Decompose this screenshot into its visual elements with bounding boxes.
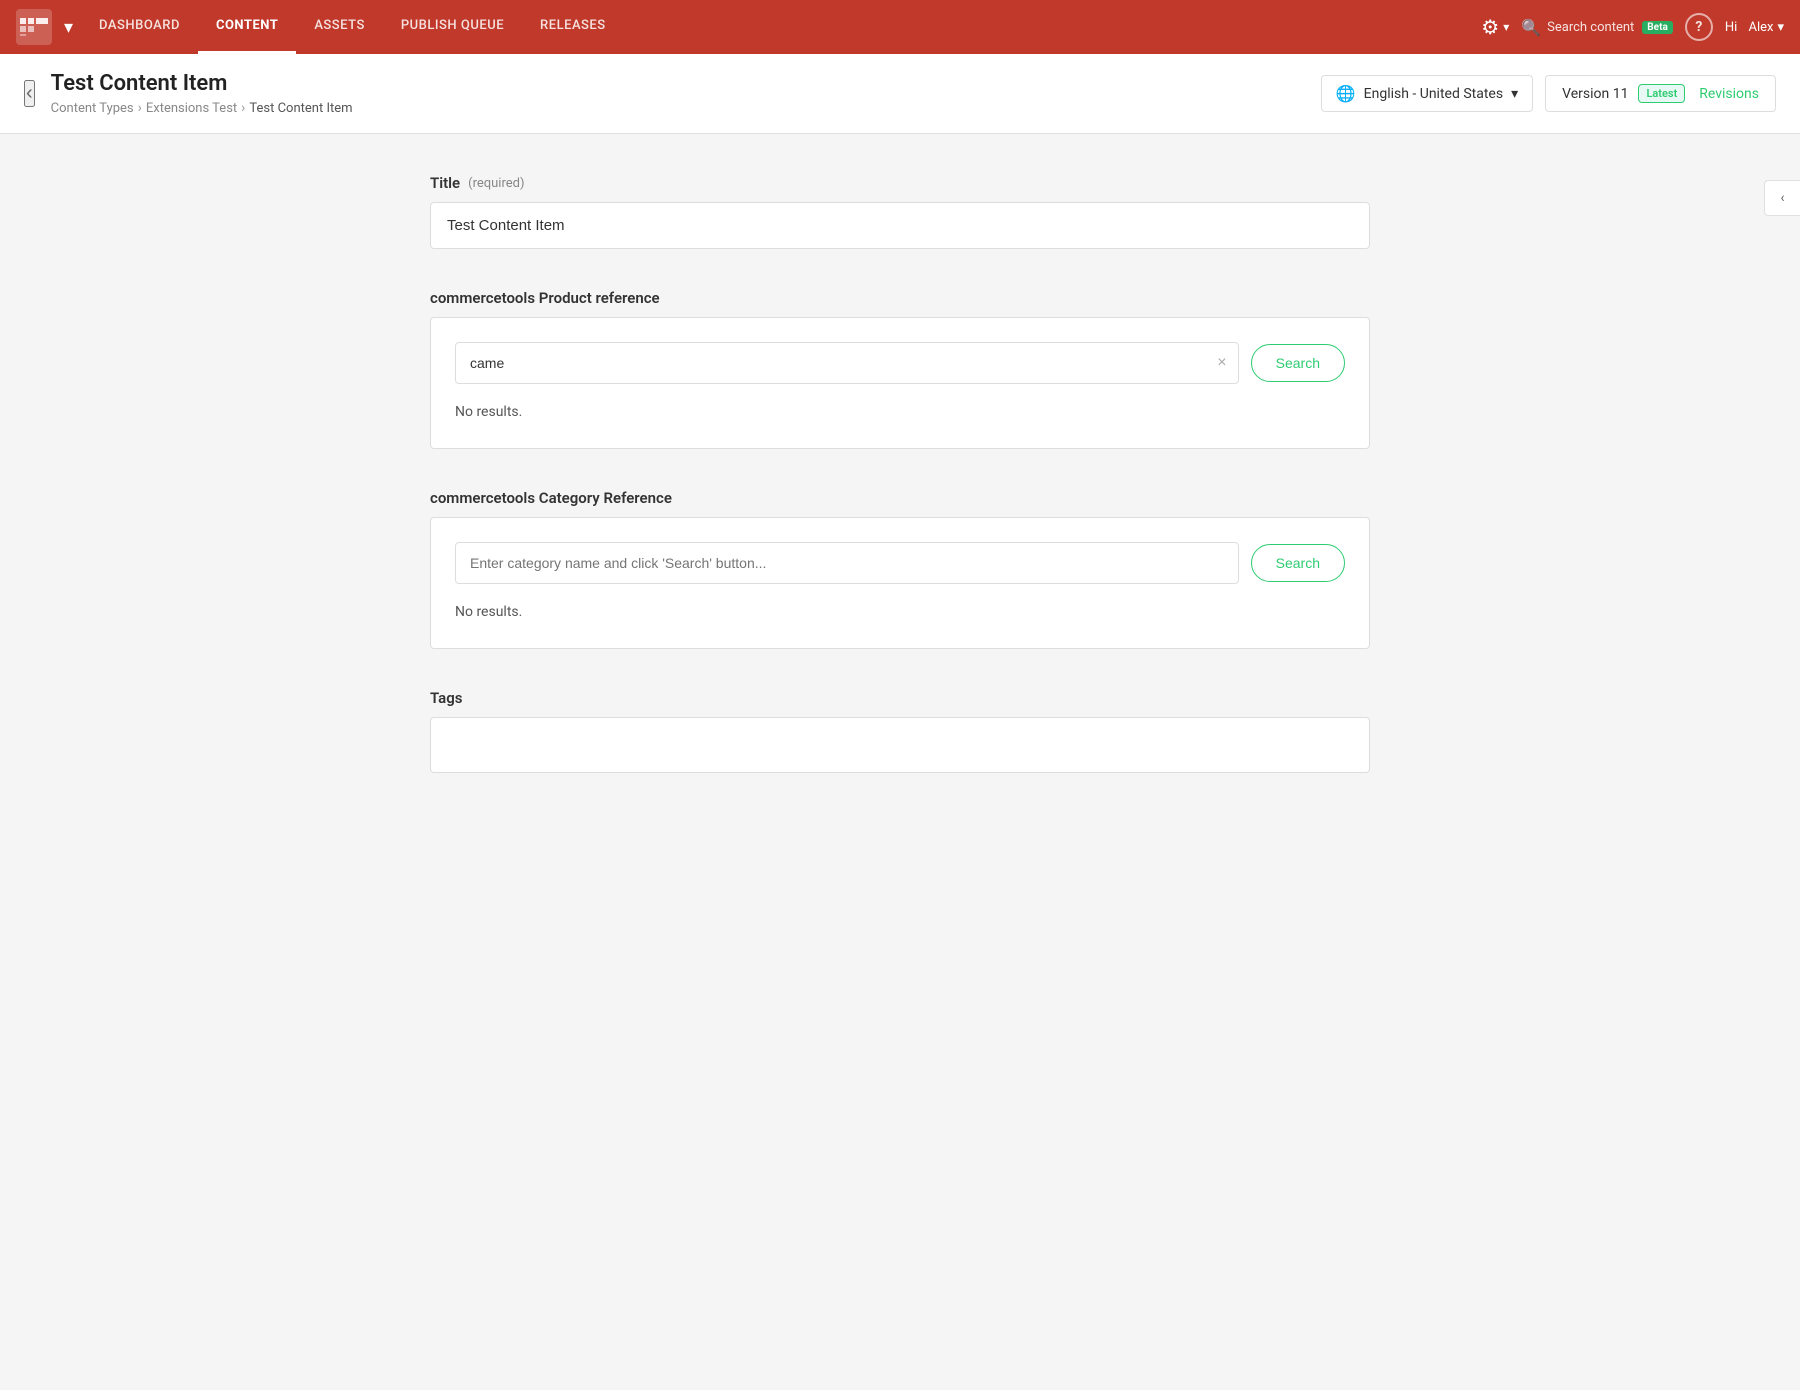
nav-right: ⚙ ▾ 🔍 Search content Beta ? Hi Alex ▾ <box>1481 13 1784 41</box>
latest-badge: Latest <box>1638 84 1685 103</box>
locale-selector[interactable]: 🌐 English - United States ▾ <box>1321 75 1533 112</box>
category-search-row: Search <box>455 542 1345 584</box>
locale-label: English - United States <box>1364 86 1503 102</box>
category-ref-label: commercetools Category Reference <box>430 489 1370 507</box>
tags-label: Tags <box>430 689 1370 707</box>
product-clear-button[interactable]: × <box>1217 354 1226 372</box>
tags-box[interactable] <box>430 717 1370 773</box>
nav-item-releases[interactable]: Releases <box>522 0 624 54</box>
gear-icon: ⚙ <box>1481 15 1499 39</box>
tags-section: Tags <box>430 689 1370 773</box>
logo-dropdown-icon[interactable]: ▾ <box>64 17 73 38</box>
user-menu[interactable]: Hi Alex ▾ <box>1725 20 1784 35</box>
category-search-input[interactable] <box>455 542 1239 584</box>
nav-item-publish-queue[interactable]: Publish Queue <box>383 0 522 54</box>
settings-dropdown-icon: ▾ <box>1503 20 1509 34</box>
title-required: (required) <box>468 176 524 191</box>
breadcrumb-content-types[interactable]: Content Types <box>51 101 134 116</box>
breadcrumb-current: Test Content Item <box>249 101 352 116</box>
category-search-button[interactable]: Search <box>1251 544 1345 582</box>
user-name: Alex <box>1748 20 1773 35</box>
main-content: Title (required) commercetools Product r… <box>0 134 1800 1390</box>
nav-item-content[interactable]: Content <box>198 0 296 54</box>
category-reference-section: commercetools Category Reference Search … <box>430 489 1370 649</box>
nav-item-assets[interactable]: Assets <box>296 0 383 54</box>
nav-item-dashboard[interactable]: Dashboard <box>81 0 198 54</box>
product-search-input[interactable] <box>455 342 1239 384</box>
version-block: Version 11 Latest Revisions <box>1545 75 1776 112</box>
category-no-results: No results. <box>455 600 1345 624</box>
breadcrumb-extensions-test[interactable]: Extensions Test <box>146 101 237 116</box>
help-button[interactable]: ? <box>1685 13 1713 41</box>
page-title: Test Content Item <box>51 71 1321 96</box>
search-button[interactable]: 🔍 Search content Beta <box>1521 18 1673 37</box>
content-area: Title (required) commercetools Product r… <box>350 134 1450 1390</box>
product-reference-section: commercetools Product reference × Search… <box>430 289 1370 449</box>
product-search-button[interactable]: Search <box>1251 344 1345 382</box>
top-navigation: ▾ Dashboard Content Assets Publish Queue… <box>0 0 1800 54</box>
product-no-results: No results. <box>455 400 1345 424</box>
search-label: Search content <box>1547 20 1634 35</box>
sidebar-toggle[interactable]: ‹ <box>1764 180 1800 216</box>
search-icon: 🔍 <box>1521 18 1541 37</box>
logo-icon <box>16 9 52 45</box>
nav-items: Dashboard Content Assets Publish Queue R… <box>81 0 1481 54</box>
back-button[interactable]: ‹ <box>24 80 35 107</box>
category-reference-box: Search No results. <box>430 517 1370 649</box>
settings-button[interactable]: ⚙ ▾ <box>1481 15 1509 39</box>
product-search-row: × Search <box>455 342 1345 384</box>
breadcrumb: Content Types › Extensions Test › Test C… <box>51 100 1321 116</box>
breadcrumb-sep-1: › <box>138 100 142 116</box>
revisions-link[interactable]: Revisions <box>1699 86 1759 102</box>
user-greeting: Hi <box>1725 20 1737 35</box>
title-input[interactable] <box>430 202 1370 249</box>
header-title-section: Test Content Item Content Types › Extens… <box>51 71 1321 116</box>
beta-badge: Beta <box>1642 21 1673 34</box>
product-reference-box: × Search No results. <box>430 317 1370 449</box>
product-ref-label: commercetools Product reference <box>430 289 1370 307</box>
globe-icon: 🌐 <box>1336 84 1356 103</box>
category-search-input-wrap <box>455 542 1239 584</box>
product-search-input-wrap: × <box>455 342 1239 384</box>
user-dropdown-icon: ▾ <box>1777 20 1784 35</box>
title-section: Title (required) <box>430 174 1370 249</box>
header-bar: ‹ Test Content Item Content Types › Exte… <box>0 54 1800 134</box>
title-label: Title (required) <box>430 174 1370 192</box>
logo[interactable]: ▾ <box>16 9 73 45</box>
version-label: Version 11 <box>1562 86 1628 102</box>
locale-dropdown-icon: ▾ <box>1511 86 1518 102</box>
header-actions: 🌐 English - United States ▾ Version 11 L… <box>1321 75 1776 112</box>
breadcrumb-sep-2: › <box>241 100 245 116</box>
